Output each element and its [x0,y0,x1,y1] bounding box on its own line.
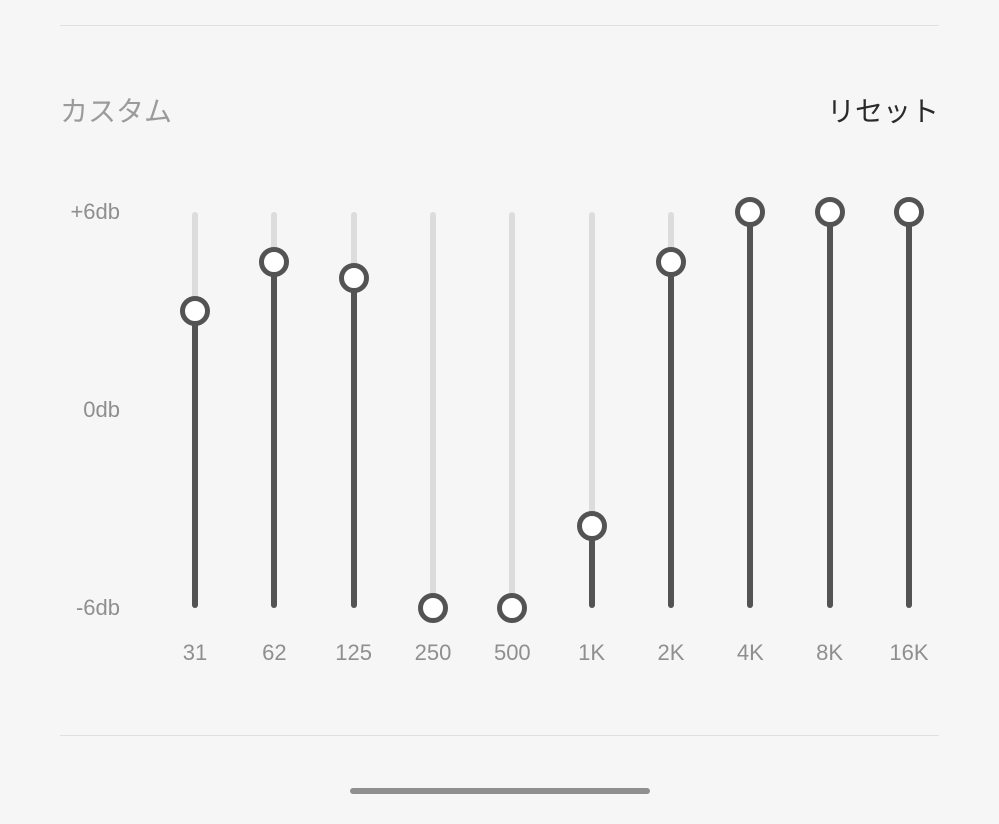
y-axis-min: -6db [76,595,120,621]
slider-thumb[interactable] [259,247,289,277]
freq-label: 62 [262,640,286,666]
slider-thumb[interactable] [180,296,210,326]
slider-track[interactable] [562,200,622,620]
slider-track[interactable] [641,200,701,620]
freq-label: 4K [737,640,764,666]
freq-label: 1K [578,640,605,666]
slider-track[interactable] [165,200,225,620]
eq-slider-125[interactable]: 125 [324,200,384,620]
equalizer: +6db 0db -6db 31621252505001K2K4K8K16K [60,200,939,680]
y-axis: +6db 0db -6db [60,200,135,620]
slider-track-fill [192,311,198,608]
eq-slider-500[interactable]: 500 [482,200,542,620]
slider-thumb[interactable] [894,197,924,227]
slider-track[interactable] [324,200,384,620]
slider-track-fill [747,212,753,608]
slider-track[interactable] [879,200,939,620]
eq-slider-250[interactable]: 250 [403,200,463,620]
slider-track-bg [509,212,515,608]
freq-label: 16K [889,640,928,666]
eq-slider-1K[interactable]: 1K [562,200,622,620]
bottom-divider [60,735,939,736]
eq-slider-16K[interactable]: 16K [879,200,939,620]
slider-thumb[interactable] [577,511,607,541]
freq-label: 125 [335,640,372,666]
slider-thumb[interactable] [418,593,448,623]
slider-thumb[interactable] [497,593,527,623]
freq-label: 31 [183,640,207,666]
y-axis-max: +6db [70,199,120,225]
slider-track-fill [351,278,357,608]
eq-slider-4K[interactable]: 4K [720,200,780,620]
slider-track-fill [827,212,833,608]
freq-label: 8K [816,640,843,666]
reset-button[interactable]: リセット [827,90,939,130]
freq-label: 500 [494,640,531,666]
slider-thumb[interactable] [815,197,845,227]
freq-label: 2K [658,640,685,666]
eq-slider-2K[interactable]: 2K [641,200,701,620]
header: カスタム リセット [60,90,939,130]
preset-label: カスタム [60,90,172,130]
slider-track[interactable] [720,200,780,620]
slider-track-fill [668,262,674,609]
eq-slider-62[interactable]: 62 [244,200,304,620]
slider-thumb[interactable] [339,263,369,293]
slider-track-fill [271,262,277,609]
slider-track-fill [906,212,912,608]
slider-track[interactable] [244,200,304,620]
slider-track-bg [430,212,436,608]
y-axis-mid: 0db [83,397,120,423]
eq-slider-8K[interactable]: 8K [800,200,860,620]
eq-slider-31[interactable]: 31 [165,200,225,620]
slider-thumb[interactable] [656,247,686,277]
sliders-container: 3162 125 250 500 1K2K4K8K 16K [165,200,939,620]
slider-track[interactable] [482,200,542,620]
slider-thumb[interactable] [735,197,765,227]
home-indicator[interactable] [350,788,650,794]
freq-label: 250 [415,640,452,666]
slider-track[interactable] [800,200,860,620]
top-divider [60,25,939,26]
slider-track[interactable] [403,200,463,620]
